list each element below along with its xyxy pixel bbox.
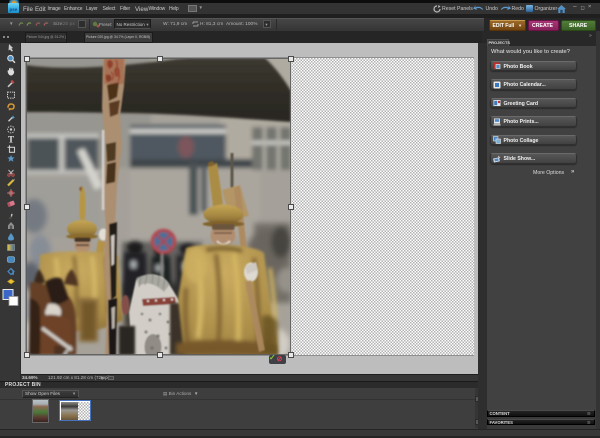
svg-text:T: T (8, 134, 14, 144)
